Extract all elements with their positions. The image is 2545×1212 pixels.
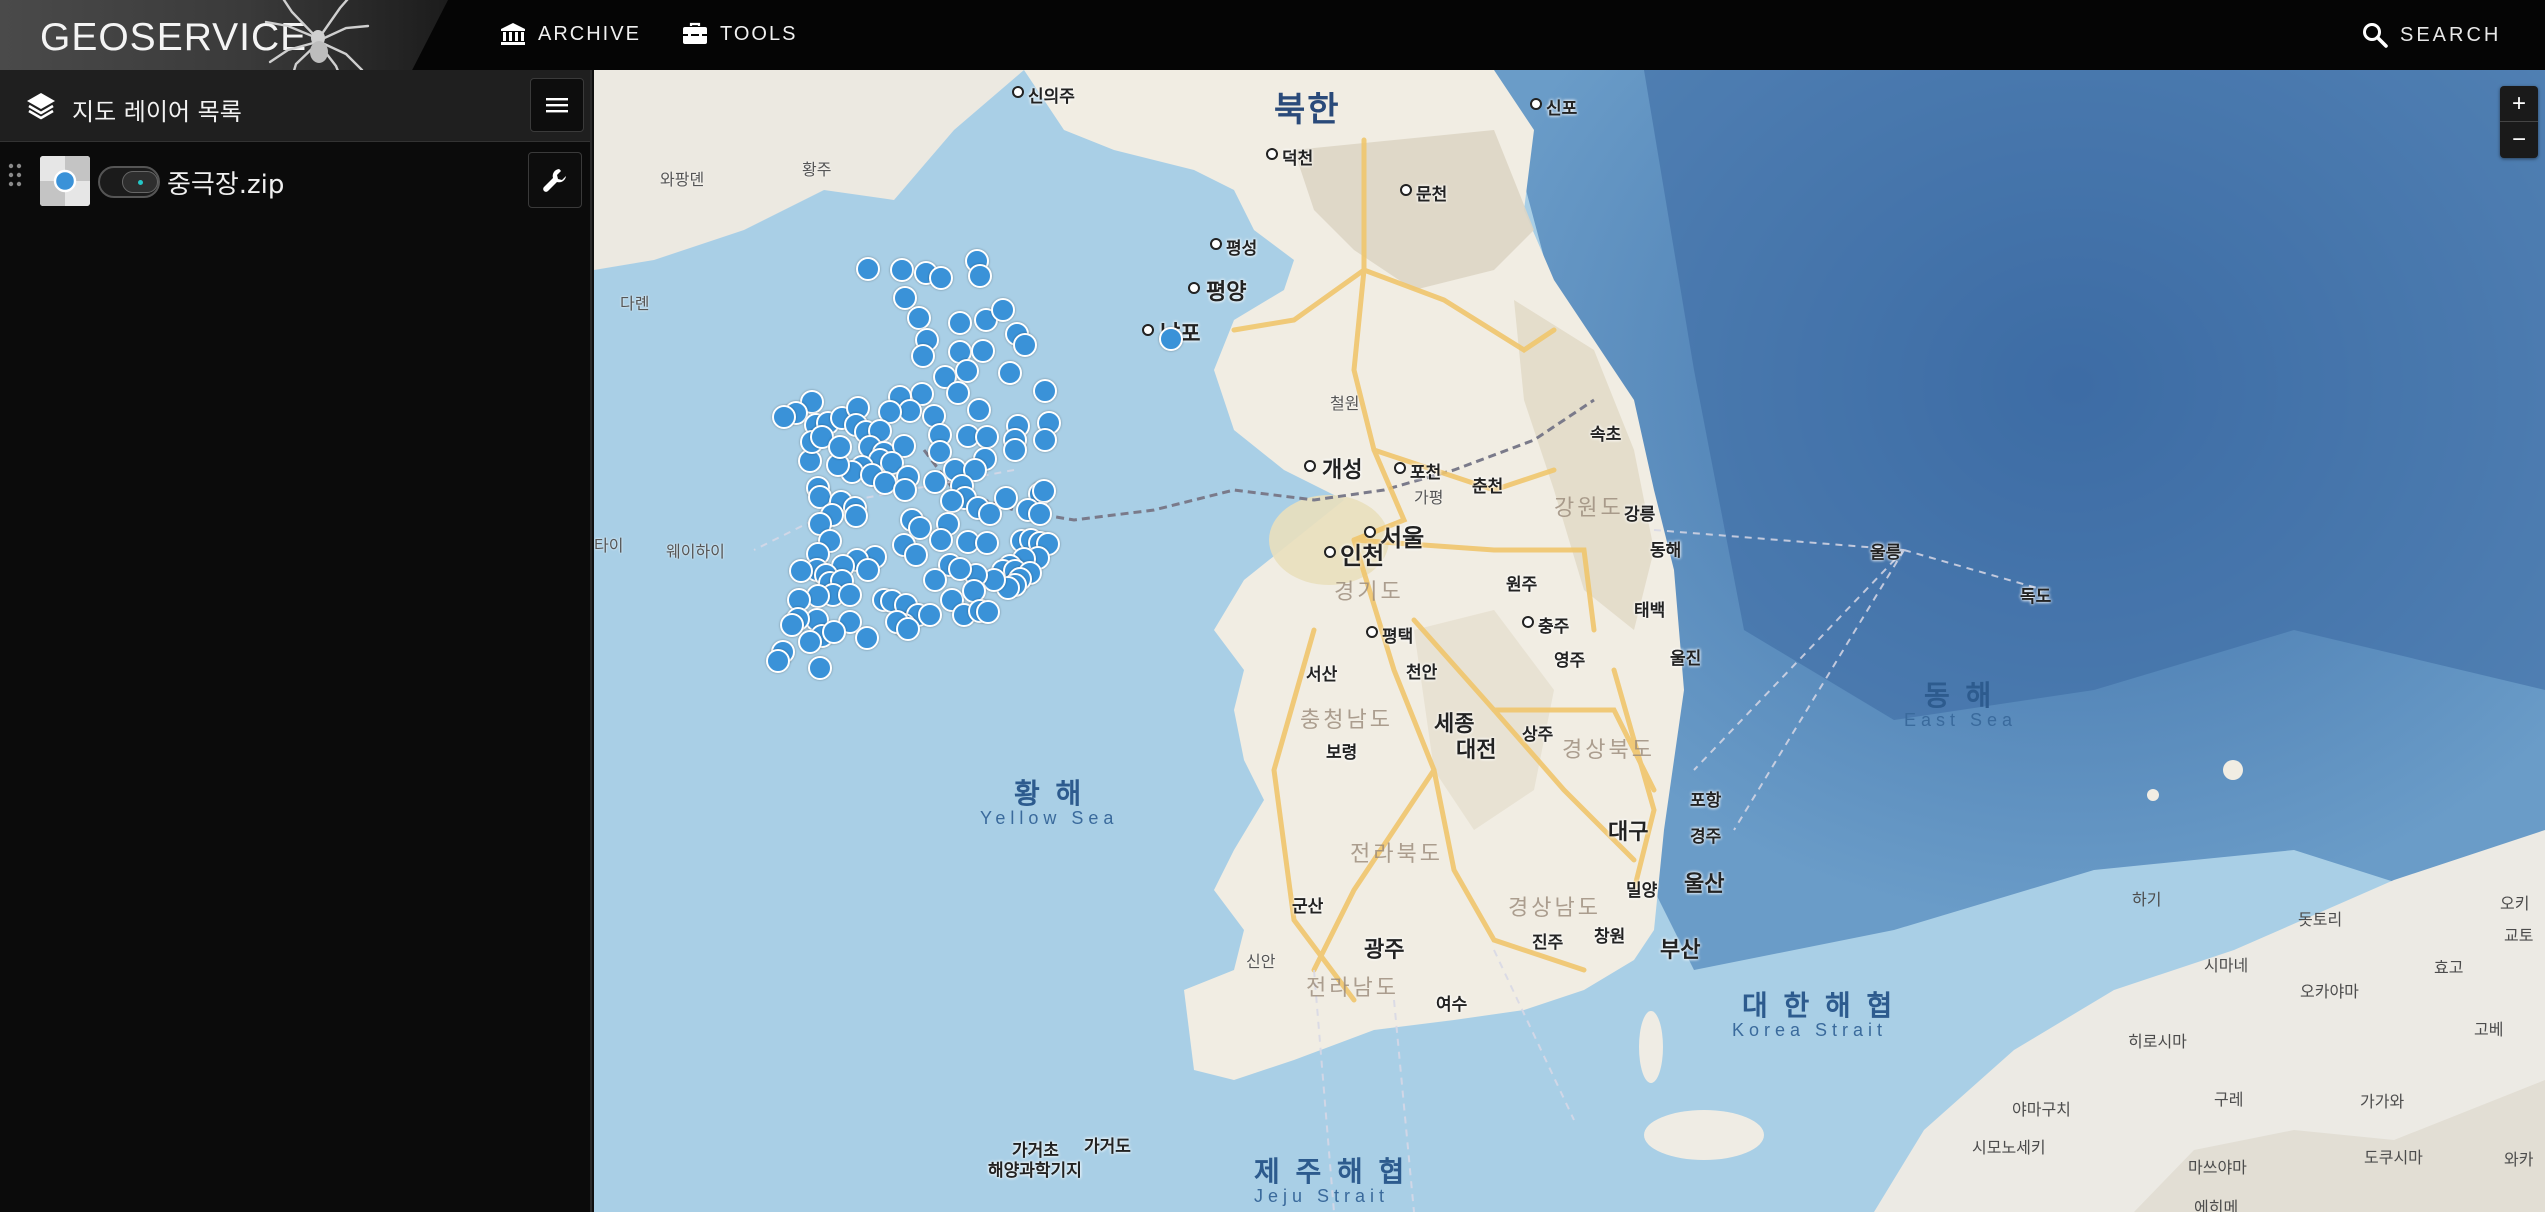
map-point-marker[interactable] xyxy=(991,298,1015,322)
map-point-marker[interactable] xyxy=(789,559,813,583)
map-point-marker[interactable] xyxy=(1033,379,1057,403)
search-icon xyxy=(2363,23,2388,48)
hamburger-icon xyxy=(546,98,568,113)
map-point-marker[interactable] xyxy=(856,558,880,582)
zoom-control: + − xyxy=(2500,86,2538,158)
layer-visibility-toggle[interactable] xyxy=(98,166,160,198)
zoom-out-button[interactable]: − xyxy=(2500,122,2538,158)
map-point-marker[interactable] xyxy=(822,620,846,644)
map-point-marker[interactable] xyxy=(911,344,935,368)
brand-area[interactable]: GEOSERVICE xyxy=(0,0,448,70)
map-point-marker[interactable] xyxy=(918,603,942,627)
map-point-marker[interactable] xyxy=(844,504,868,528)
layer-name: 중극장.zip xyxy=(167,170,285,200)
map-point-marker[interactable] xyxy=(923,568,947,592)
zoom-in-button[interactable]: + xyxy=(2500,86,2538,122)
map-point-marker[interactable] xyxy=(890,258,914,282)
map-point-marker[interactable] xyxy=(1003,438,1027,462)
map-point-marker[interactable] xyxy=(907,306,931,330)
map-point-marker[interactable] xyxy=(929,266,953,290)
map-point-marker[interactable] xyxy=(967,398,991,422)
map-point-marker[interactable] xyxy=(893,478,917,502)
top-navigation-bar: GEOSERVICE ARCHIVE TOOLS SEARCH xyxy=(0,0,2545,70)
toolbox-icon xyxy=(683,22,707,44)
map-point-marker[interactable] xyxy=(856,257,880,281)
layer-point-markers xyxy=(594,70,2545,1212)
map-point-marker[interactable] xyxy=(971,339,995,363)
map-point-marker[interactable] xyxy=(855,626,879,650)
map-point-marker[interactable] xyxy=(994,486,1018,510)
map-point-marker[interactable] xyxy=(1033,428,1057,452)
bank-icon xyxy=(501,23,525,45)
map-point-marker[interactable] xyxy=(975,531,999,555)
map-point-marker[interactable] xyxy=(946,381,970,405)
map-point-marker[interactable] xyxy=(1159,327,1183,351)
map-point-marker[interactable] xyxy=(1028,502,1052,526)
map-point-marker[interactable] xyxy=(838,583,862,607)
nav-search-label: SEARCH xyxy=(2400,23,2502,46)
map-point-marker[interactable] xyxy=(955,359,979,383)
sidebar-header: 지도 레이어 목록 xyxy=(0,70,590,142)
nav-archive[interactable]: ARCHIVE xyxy=(500,22,641,46)
map-point-marker[interactable] xyxy=(798,630,822,654)
nav-tools-label: TOOLS xyxy=(720,22,798,45)
drag-handle-icon[interactable] xyxy=(8,162,22,188)
map-point-marker[interactable] xyxy=(896,617,920,641)
map-point-marker[interactable] xyxy=(904,543,928,567)
map-point-marker[interactable] xyxy=(968,264,992,288)
map-point-marker[interactable] xyxy=(948,311,972,335)
map-point-marker[interactable] xyxy=(923,470,947,494)
map-view[interactable]: 북한 신의주 신포 덕천 문천 평성 평양 남포 와팡뎬 황주 다롄 타이 웨이… xyxy=(594,70,2545,1212)
map-point-marker[interactable] xyxy=(929,528,953,552)
map-point-marker[interactable] xyxy=(1013,333,1037,357)
sidebar-title: 지도 레이어 목록 xyxy=(72,98,242,126)
map-point-marker[interactable] xyxy=(975,425,999,449)
map-point-marker[interactable] xyxy=(1032,479,1056,503)
nav-archive-label: ARCHIVE xyxy=(538,22,641,45)
layer-menu-button[interactable] xyxy=(530,78,584,132)
wrench-icon xyxy=(543,169,566,192)
layer-settings-button[interactable] xyxy=(528,152,582,208)
layer-sidebar: 지도 레이어 목록 중극장.zip xyxy=(0,70,592,1212)
map-point-marker[interactable] xyxy=(998,361,1022,385)
nav-search[interactable]: SEARCH xyxy=(2362,22,2501,48)
map-point-marker[interactable] xyxy=(766,649,790,673)
layer-point-symbol-icon xyxy=(40,156,90,206)
map-point-marker[interactable] xyxy=(772,405,796,429)
layer-thumbnail xyxy=(40,156,90,206)
map-point-marker[interactable] xyxy=(940,489,964,513)
map-point-marker[interactable] xyxy=(828,435,852,459)
nav-tools[interactable]: TOOLS xyxy=(682,22,797,46)
layers-icon xyxy=(27,93,55,120)
map-point-marker[interactable] xyxy=(976,600,1000,624)
map-point-marker[interactable] xyxy=(948,557,972,581)
map-point-marker[interactable] xyxy=(808,656,832,680)
